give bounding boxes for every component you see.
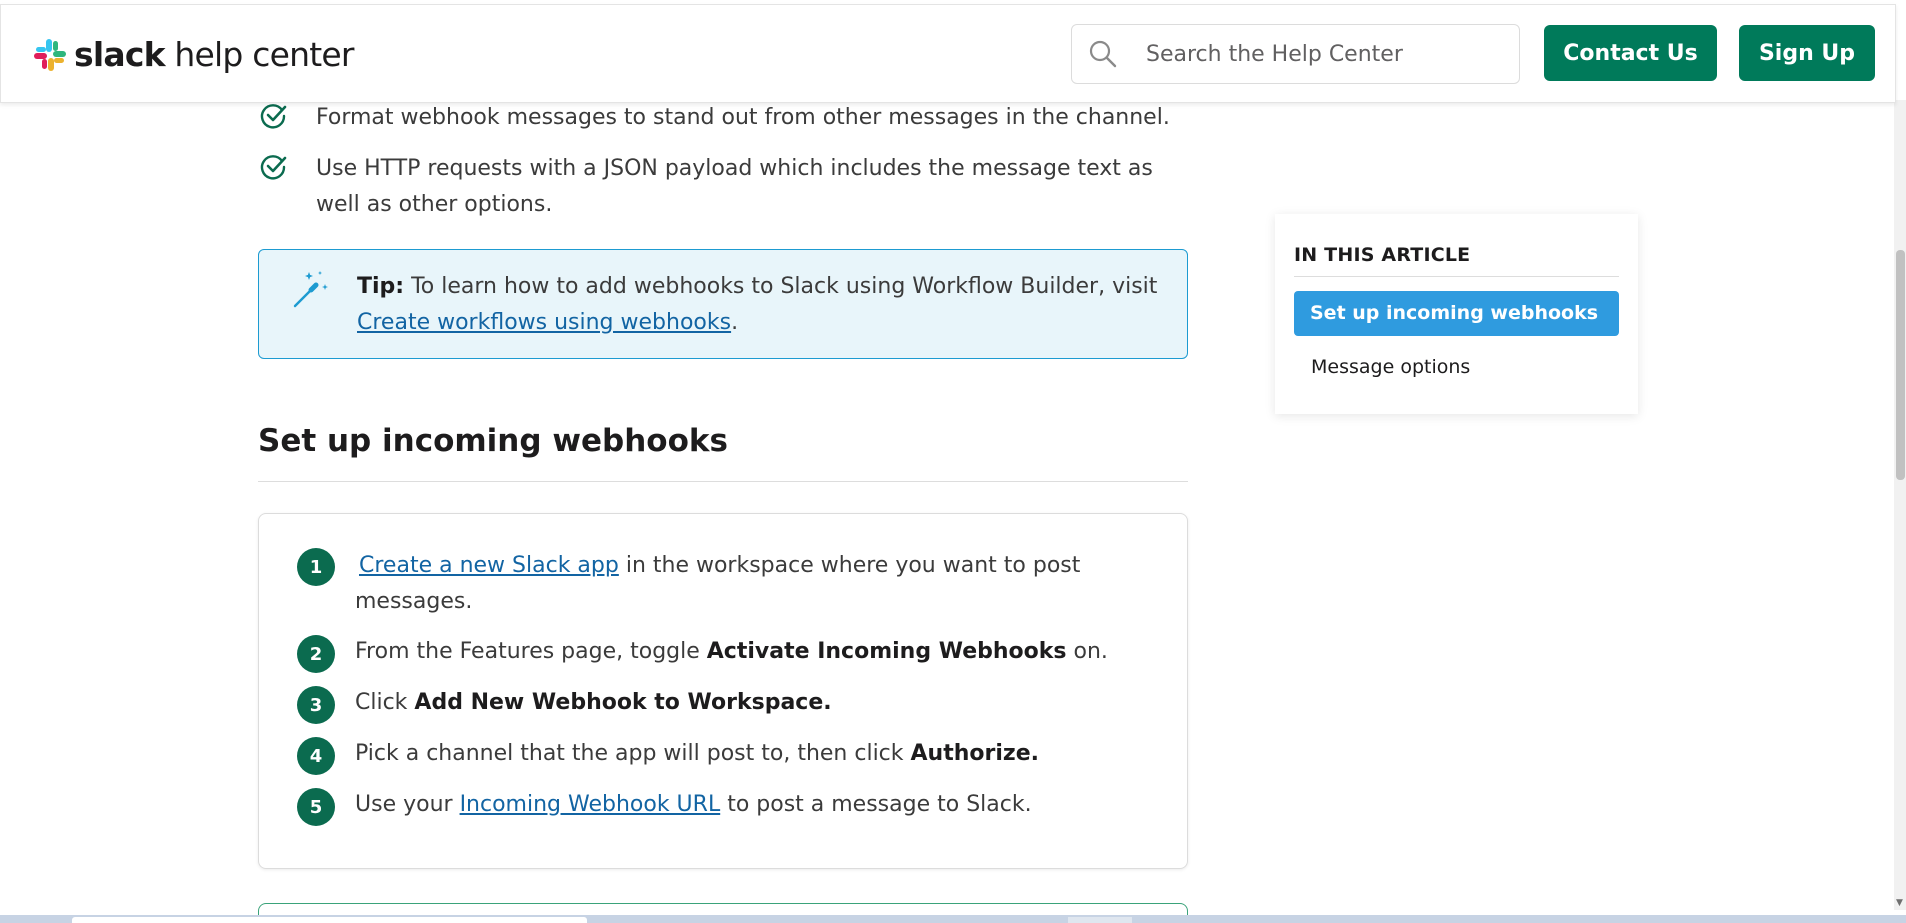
tip-text: Tip: To learn how to add webhooks to Sla… (357, 269, 1177, 341)
slack-logo-icon (34, 39, 66, 71)
scroll-down-arrow-icon[interactable]: ▼ (1896, 898, 1903, 908)
tip-body: To learn how to add webhooks to Slack us… (404, 274, 1158, 299)
check-item-text: Use HTTP requests with a JSON payload wh… (316, 156, 1153, 217)
search-icon (1089, 40, 1117, 68)
site-header: slack help center Search the Help Center… (0, 4, 1896, 103)
step-number-badge: 3 (297, 686, 335, 724)
check-item-text: Format webhook messages to stand out fro… (316, 105, 1170, 130)
tip-end: . (731, 310, 739, 335)
create-slack-app-link[interactable]: Create a new Slack app (359, 553, 619, 578)
article-toc: IN THIS ARTICLE Set up incoming webhooks… (1275, 214, 1638, 414)
step-text: Click Add New Webhook to Workspace. (355, 690, 832, 715)
taskbar-tab[interactable] (72, 917, 587, 923)
section-divider (258, 481, 1188, 482)
steps-card: 1 Create a new Slack app in the workspac… (258, 513, 1188, 869)
toc-item-set-up-incoming-webhooks[interactable]: Set up incoming webhooks (1294, 291, 1619, 336)
create-workflows-link[interactable]: Create workflows using webhooks (357, 310, 731, 335)
scrollbar-thumb[interactable] (1896, 250, 1905, 480)
tip-label: Tip: (357, 274, 405, 299)
toc-heading: IN THIS ARTICLE (1294, 244, 1471, 266)
taskbar-tab[interactable] (1068, 917, 1132, 923)
tip-callout: Tip: To learn how to add webhooks to Sla… (258, 249, 1188, 359)
step-text: From the Features page, toggle Activate … (355, 639, 1108, 664)
search-input[interactable]: Search the Help Center (1071, 24, 1520, 84)
step-number-badge: 5 (297, 788, 335, 826)
toc-item-message-options[interactable]: Message options (1311, 352, 1470, 382)
contact-us-button[interactable]: Contact Us (1544, 25, 1717, 81)
search-placeholder: Search the Help Center (1146, 41, 1403, 67)
magic-wand-icon (293, 271, 328, 308)
step-text: Pick a channel that the app will post to… (355, 741, 1039, 766)
checkmark-circle-icon (260, 104, 287, 129)
toc-divider (1294, 276, 1619, 277)
checkmark-circle-icon (260, 155, 287, 180)
section-heading: Set up incoming webhooks (258, 423, 728, 459)
step-number-badge: 1 (297, 548, 335, 586)
logo-wordmark: slack help center (74, 35, 354, 74)
sign-up-button[interactable]: Sign Up (1739, 25, 1875, 81)
step-number-badge: 4 (297, 737, 335, 775)
slack-help-center-logo[interactable]: slack help center (32, 35, 354, 75)
step-text: Create a new Slack app in the workspace … (355, 553, 1081, 614)
page-scrollbar[interactable] (1894, 100, 1906, 910)
step-number-badge: 2 (297, 635, 335, 673)
incoming-webhook-url-link[interactable]: Incoming Webhook URL (460, 792, 721, 817)
step-text: Use your Incoming Webhook URL to post a … (355, 792, 1032, 817)
